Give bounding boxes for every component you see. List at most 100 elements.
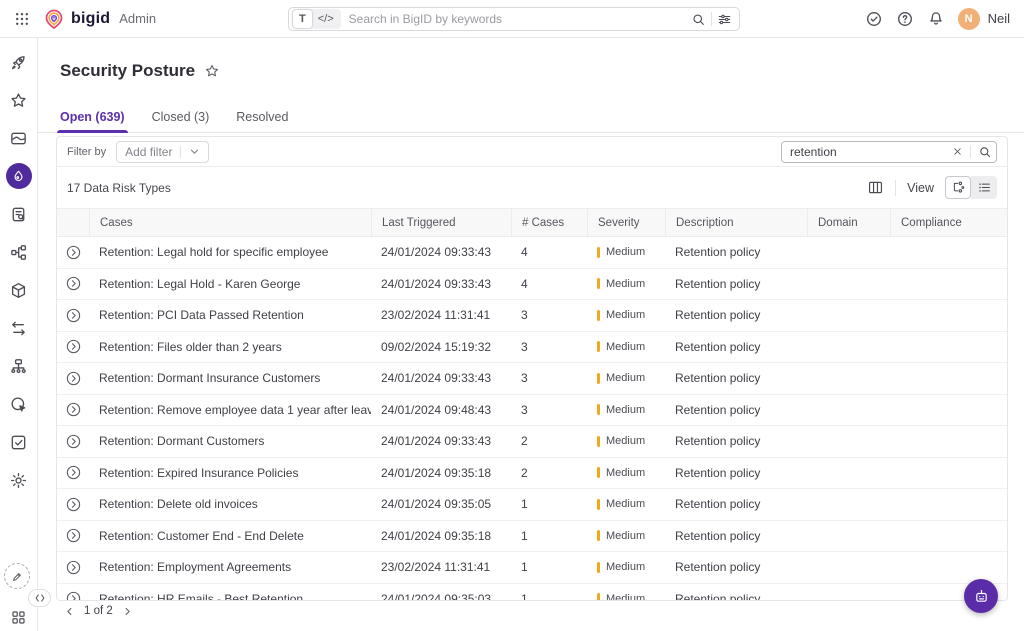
table-row[interactable]: Retention: Customer End - End Delete 24/… — [57, 521, 1007, 553]
user-name[interactable]: Neil — [988, 11, 1010, 26]
results-card: Filter by Add filter 17 Data Risk Types — [56, 136, 1008, 601]
column-header-compliance[interactable]: Compliance — [890, 209, 1007, 236]
table-row[interactable]: Retention: Legal Hold - Karen George 24/… — [57, 269, 1007, 301]
table-row[interactable]: Retention: Dormant Insurance Customers 2… — [57, 363, 1007, 395]
apps-grid-icon[interactable] — [10, 609, 27, 626]
severity-label: Medium — [606, 341, 645, 353]
robot-icon — [973, 588, 990, 605]
compliance — [890, 269, 1007, 300]
expand-row-icon[interactable] — [65, 590, 82, 601]
top-bar: bigid Admin T </> N Neil — [0, 0, 1024, 38]
expand-row-icon[interactable] — [65, 559, 82, 576]
app-grid-icon[interactable] — [14, 11, 30, 27]
domain — [807, 332, 890, 363]
domain — [807, 395, 890, 426]
brand[interactable]: bigid Admin — [43, 8, 156, 30]
column-header-description[interactable]: Description — [665, 209, 807, 236]
search-icon[interactable] — [691, 12, 706, 27]
sidebar-item-settings[interactable] — [0, 461, 38, 499]
bigid-logo — [43, 8, 65, 30]
help-icon[interactable] — [896, 10, 914, 28]
tree-view-icon — [951, 180, 966, 195]
expand-row-icon[interactable] — [65, 496, 82, 513]
compliance — [890, 552, 1007, 583]
expand-row-icon[interactable] — [65, 433, 82, 450]
compliance — [890, 332, 1007, 363]
severity-label: Medium — [606, 561, 645, 573]
table-row[interactable]: Retention: Employment Agreements 23/02/2… — [57, 552, 1007, 584]
table-row[interactable]: Retention: Files older than 2 years 09/0… — [57, 332, 1007, 364]
table-row[interactable]: Retention: HR Emails - Best Retention 24… — [57, 584, 1007, 602]
text-search-toggle[interactable]: T — [293, 10, 312, 28]
expand-row-icon[interactable] — [65, 401, 82, 418]
page-title: Security Posture — [60, 61, 195, 81]
add-filter-button[interactable]: Add filter — [116, 141, 209, 163]
sidebar-item-workflow[interactable] — [0, 233, 38, 271]
table-row[interactable]: Retention: Expired Insurance Policies 24… — [57, 458, 1007, 490]
case-count: 1 — [511, 521, 587, 552]
sidebar-item-transfers[interactable] — [0, 309, 38, 347]
column-header-domain[interactable]: Domain — [807, 209, 890, 236]
table-row[interactable]: Retention: Delete old invoices 24/01/202… — [57, 489, 1007, 521]
domain — [807, 269, 890, 300]
clear-search-icon[interactable] — [948, 146, 967, 157]
avatar[interactable]: N — [958, 8, 980, 30]
rocket-icon — [9, 53, 28, 72]
expand-column-header — [57, 209, 89, 236]
tab-open[interactable]: Open (639) — [60, 110, 125, 132]
tab-closed[interactable]: Closed (3) — [152, 110, 210, 132]
next-page-icon[interactable] — [122, 606, 133, 617]
expand-row-icon[interactable] — [65, 275, 82, 292]
expand-row-icon[interactable] — [65, 527, 82, 544]
description: Retention policy — [665, 584, 807, 602]
edit-pencil-button[interactable] — [4, 563, 30, 589]
check-circle-icon[interactable] — [865, 10, 883, 28]
sidebar-item-rocket[interactable] — [0, 43, 38, 81]
expand-row-icon[interactable] — [65, 307, 82, 324]
table-row[interactable]: Retention: Remove employee data 1 year a… — [57, 395, 1007, 427]
sidebar-collapse-toggle[interactable] — [28, 589, 51, 607]
prev-page-icon[interactable] — [64, 606, 75, 617]
expand-row-icon[interactable] — [65, 338, 82, 355]
sidebar-item-catalog[interactable] — [0, 271, 38, 309]
expand-row-icon[interactable] — [65, 464, 82, 481]
sidebar-item-favorites[interactable] — [0, 81, 38, 119]
case-count: 3 — [511, 395, 587, 426]
table-row[interactable]: Retention: Dormant Customers 24/01/2024 … — [57, 426, 1007, 458]
sidebar-item-inventory[interactable] — [0, 119, 38, 157]
column-header-cases[interactable]: Cases — [89, 209, 371, 236]
list-view-button[interactable] — [971, 176, 997, 199]
table-row[interactable]: Retention: Legal hold for specific emplo… — [57, 237, 1007, 269]
severity-bar — [597, 310, 600, 321]
case-count: 1 — [511, 584, 587, 602]
chevron-down-icon — [189, 146, 200, 157]
description: Retention policy — [665, 332, 807, 363]
sidebar-item-tasks[interactable] — [0, 423, 38, 461]
tab-resolved[interactable]: Resolved — [236, 110, 288, 132]
column-header-severity[interactable]: Severity — [587, 209, 665, 236]
sidebar-item-web[interactable] — [0, 385, 38, 423]
table-row[interactable]: Retention: PCI Data Passed Retention 23/… — [57, 300, 1007, 332]
sidebar-item-reports[interactable] — [0, 195, 38, 233]
main-content: Security Posture Open (639) Closed (3) R… — [38, 38, 1024, 631]
severity-bar — [597, 530, 600, 541]
assistant-fab-button[interactable] — [964, 579, 998, 613]
column-header-last-triggered[interactable]: Last Triggered — [371, 209, 511, 236]
tree-view-button[interactable] — [945, 176, 971, 199]
search-icon[interactable] — [974, 145, 996, 159]
code-search-toggle[interactable]: </> — [312, 10, 340, 28]
filter-settings-icon[interactable] — [717, 12, 732, 27]
severity-label: Medium — [606, 278, 645, 290]
expand-row-icon[interactable] — [65, 370, 82, 387]
global-search-input[interactable] — [341, 12, 691, 26]
view-switcher — [945, 176, 997, 199]
favorite-star-icon[interactable] — [204, 63, 220, 79]
expand-row-icon[interactable] — [65, 244, 82, 261]
table-search-input[interactable] — [782, 145, 948, 159]
sidebar-item-data-risk-active[interactable] — [0, 157, 38, 195]
columns-icon[interactable] — [867, 179, 884, 196]
sidebar-item-org-structure[interactable] — [0, 347, 38, 385]
column-header-num-cases[interactable]: # Cases — [511, 209, 587, 236]
compliance — [890, 426, 1007, 457]
bell-icon[interactable] — [927, 10, 945, 28]
